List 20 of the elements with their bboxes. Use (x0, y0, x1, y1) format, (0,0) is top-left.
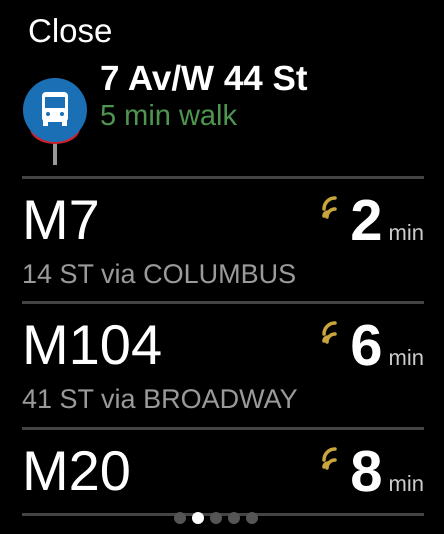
route-name: M7 (22, 191, 100, 250)
minutes-unit: min (388, 347, 424, 370)
page-dot[interactable] (174, 512, 186, 524)
route-destination: 14 ST via COLUMBUS (22, 260, 298, 290)
route-name: M20 (22, 442, 131, 501)
minutes-unit: min (388, 472, 424, 495)
stop-name: 7 Av/W 44 St (100, 60, 308, 98)
page-dot[interactable] (210, 512, 222, 524)
bus-stop-icon (22, 78, 88, 166)
arrival-minutes: 2 (350, 192, 383, 250)
route-destination: 41 ST via BROADWAY (22, 385, 299, 415)
route-name: M104 (22, 316, 162, 376)
page-dot[interactable] (246, 512, 258, 524)
arrival-minutes: 8 (350, 442, 383, 501)
close-button[interactable]: Close (28, 14, 112, 47)
page-dot[interactable] (228, 512, 240, 524)
page-dot[interactable] (192, 512, 204, 524)
minutes-unit: min (388, 222, 424, 244)
walk-time: 5 min walk (100, 98, 238, 134)
arrival-minutes: 6 (350, 317, 383, 376)
